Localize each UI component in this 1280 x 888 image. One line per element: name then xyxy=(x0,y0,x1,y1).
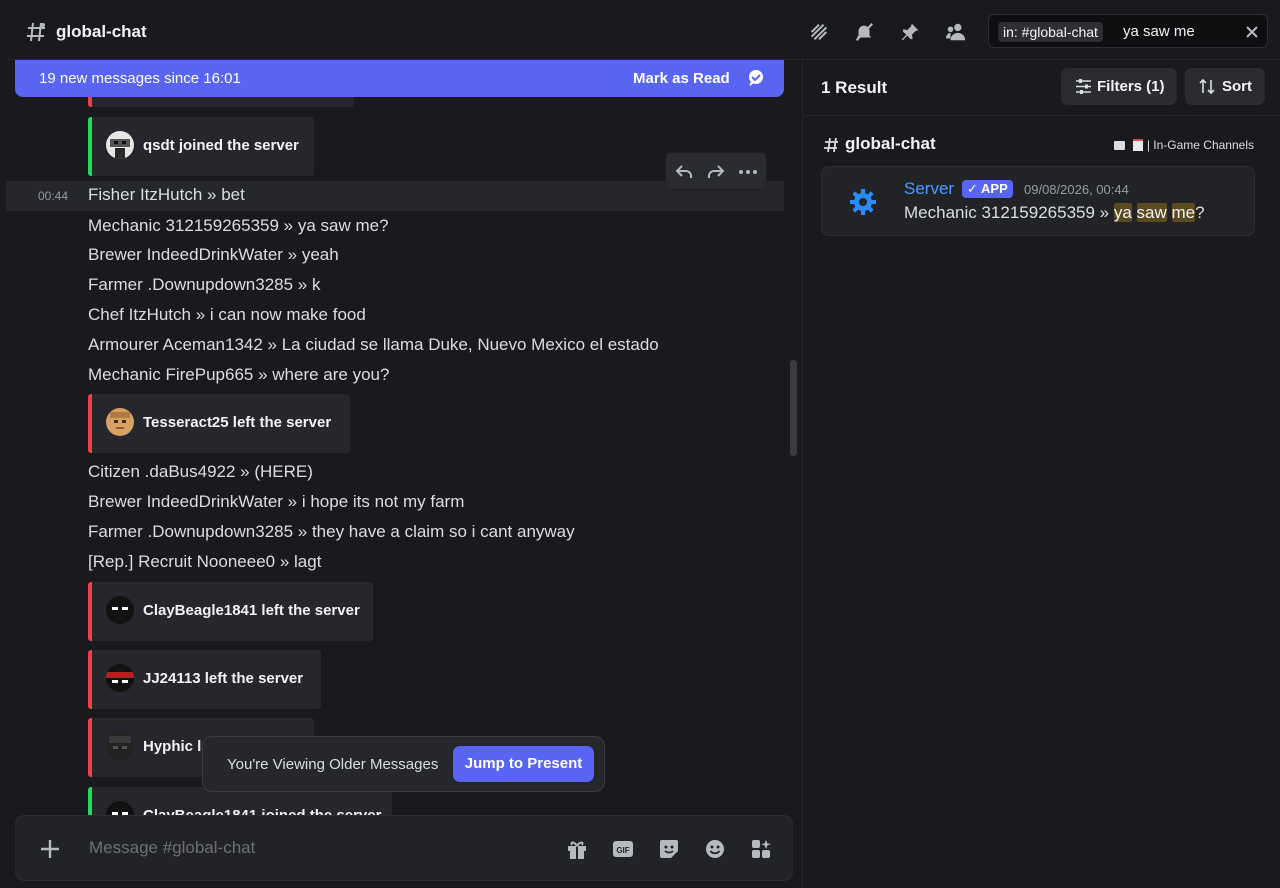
system-event: Tesseract25 left the server xyxy=(88,394,350,453)
older-messages-banner: You're Viewing Older Messages Jump to Pr… xyxy=(202,736,605,792)
mark-as-read-button[interactable]: Mark as Read xyxy=(633,70,730,87)
new-messages-bar[interactable]: 19 new messages since 16:01 Mark as Read xyxy=(15,60,784,97)
avatar xyxy=(106,732,134,760)
message-text: Brewer IndeedDrinkWater » i hope its not… xyxy=(88,492,465,511)
chat-scrollbar[interactable] xyxy=(790,360,797,456)
event-text: qsdt joined the server xyxy=(143,137,299,154)
result-count: 1 Result xyxy=(821,78,888,97)
message-composer[interactable]: Message #global-chat GIF xyxy=(15,815,793,881)
mark-read-icon[interactable] xyxy=(746,68,766,88)
check-icon: ✓ xyxy=(967,181,978,196)
member-list-icon[interactable] xyxy=(945,21,967,43)
gift-icon[interactable] xyxy=(566,838,588,860)
text-channel-icon xyxy=(824,137,838,153)
search-highlight: me xyxy=(1171,203,1196,222)
chat-area: 19 new messages since 16:01 Mark as Read… xyxy=(6,60,798,888)
message-timestamp: 00:44 xyxy=(38,189,69,203)
gif-icon[interactable]: GIF xyxy=(612,838,634,860)
result-timestamp: 09/08/2026, 00:44 xyxy=(1024,182,1129,197)
search-query[interactable]: ya saw me xyxy=(1123,23,1195,40)
search-highlight: saw xyxy=(1136,203,1167,222)
app-badge: ✓ APP xyxy=(962,180,1013,198)
emoji-icon[interactable] xyxy=(704,838,726,860)
sort-label: Sort xyxy=(1222,78,1252,95)
search-scope-chip[interactable]: in: #global-chat xyxy=(998,22,1103,42)
event-text: ClayBeagle1841 left the server xyxy=(143,602,360,619)
channel-header: global-chat in: #global-chat ya saw me xyxy=(6,4,1280,60)
apps-icon[interactable] xyxy=(750,838,772,860)
event-text: JJ24113 left the server xyxy=(143,670,304,687)
text-channel-icon xyxy=(27,22,45,42)
result-author[interactable]: Server xyxy=(904,179,954,199)
result-message: Mechanic 312159265359 » ya saw me? xyxy=(904,203,1205,222)
message-input[interactable]: Message #global-chat xyxy=(89,838,255,858)
more-options-icon[interactable] xyxy=(738,162,758,182)
message-text: Brewer IndeedDrinkWater » yeah xyxy=(88,245,339,264)
system-event: JJ24113 left the server xyxy=(88,650,321,709)
result-channel-name: global-chat xyxy=(845,134,936,153)
avatar xyxy=(106,408,134,436)
search-result-card[interactable]: Server ✓ APP 09/08/2026, 00:44 Mechanic … xyxy=(821,166,1255,236)
sticker-icon[interactable] xyxy=(658,838,680,860)
sort-button[interactable]: Sort xyxy=(1185,68,1265,105)
system-event: qsdt joined the server xyxy=(88,117,314,176)
message-text: Farmer .Downupdown3285 » they have a cla… xyxy=(88,522,575,541)
search-highlight: ya xyxy=(1113,203,1132,222)
gear-icon xyxy=(850,189,876,215)
older-messages-text: You're Viewing Older Messages xyxy=(227,756,439,773)
result-channel-heading[interactable]: global-chat xyxy=(823,134,936,154)
avatar xyxy=(106,131,134,159)
jump-to-present-button[interactable]: Jump to Present xyxy=(453,746,594,782)
message-text: [Rep.] Recruit Nooneee0 » lagt xyxy=(88,552,322,571)
sort-icon xyxy=(1199,78,1215,95)
message-text: Mechanic FirePup665 » where are you? xyxy=(88,365,390,384)
discord-window: global-chat in: #global-chat ya saw me 1… xyxy=(0,0,1280,888)
avatar xyxy=(106,664,134,692)
document-icon xyxy=(1133,139,1144,151)
clear-search-icon[interactable] xyxy=(1245,25,1259,39)
search-results-panel: 1 Result Filters (1) Sort global-chat | … xyxy=(802,60,1280,888)
reply-icon[interactable] xyxy=(674,162,694,182)
filters-label: Filters (1) xyxy=(1097,78,1165,95)
message-text: Citizen .daBus4922 » (HERE) xyxy=(88,462,313,481)
result-category: | In-Game Channels xyxy=(1114,138,1254,152)
pin-icon[interactable] xyxy=(899,21,921,43)
channel-title: global-chat xyxy=(56,22,147,41)
message-actions-toolbar xyxy=(665,152,767,190)
message-text: Farmer .Downupdown3285 » k xyxy=(88,275,321,294)
avatar xyxy=(106,596,134,624)
search-field[interactable]: in: #global-chat ya saw me xyxy=(988,14,1268,48)
notification-bell-muted-icon[interactable] xyxy=(853,21,875,43)
system-event: ClayBeagle1841 left the server xyxy=(88,582,373,641)
filters-button[interactable]: Filters (1) xyxy=(1061,68,1177,105)
message-text: Armourer Aceman1342 » La ciudad se llama… xyxy=(88,335,659,354)
results-header: 1 Result Filters (1) Sort xyxy=(803,60,1280,116)
threads-icon[interactable] xyxy=(808,21,830,43)
add-attachment-icon[interactable] xyxy=(39,838,61,860)
forward-icon[interactable] xyxy=(706,162,726,182)
message-text: Chef ItzHutch » i can now make food xyxy=(88,305,366,324)
message-text: Mechanic 312159265359 » ya saw me? xyxy=(88,216,389,235)
event-text: Tesseract25 left the server xyxy=(143,414,332,431)
event-text: Hyphic le xyxy=(143,738,210,755)
svg-text:GIF: GIF xyxy=(616,846,629,855)
new-messages-text: 19 new messages since 16:01 xyxy=(39,70,241,87)
message-text: Fisher ItzHutch » bet xyxy=(88,185,245,204)
folder-icon xyxy=(1114,141,1126,150)
filters-icon xyxy=(1076,79,1091,94)
